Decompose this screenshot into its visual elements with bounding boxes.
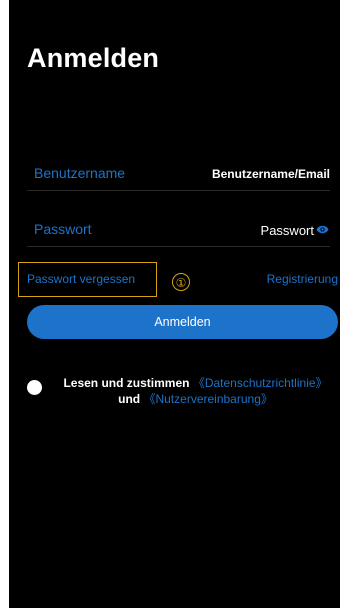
password-label: Passwort — [34, 221, 92, 237]
login-screen: Anmelden Benutzername Passwort Passwort … — [9, 0, 340, 608]
privacy-policy-link[interactable]: 《Datenschutzrichtlinie》 — [193, 376, 328, 390]
eye-icon[interactable] — [316, 223, 329, 236]
password-field[interactable]: Passwort — [27, 216, 330, 247]
username-input[interactable] — [150, 163, 330, 185]
agreement-radio[interactable] — [27, 380, 42, 395]
login-button[interactable]: Anmelden — [27, 305, 338, 339]
agreement-conjunction: und — [118, 392, 141, 406]
agreement-prefix: Lesen und zustimmen — [63, 376, 190, 390]
agreement-text: Lesen und zustimmen 《Datenschutzrichtlin… — [54, 375, 337, 407]
forgot-password-link[interactable]: Passwort vergessen — [27, 272, 135, 286]
annotation-marker: ① — [172, 273, 190, 291]
page-title: Anmelden — [27, 43, 160, 73]
password-input[interactable] — [154, 219, 314, 241]
register-link[interactable]: Registrierung — [267, 272, 338, 286]
username-label: Benutzername — [34, 165, 126, 181]
username-field[interactable]: Benutzername — [27, 160, 330, 191]
terms-link[interactable]: 《Nutzervereinbarung》 — [143, 392, 272, 406]
